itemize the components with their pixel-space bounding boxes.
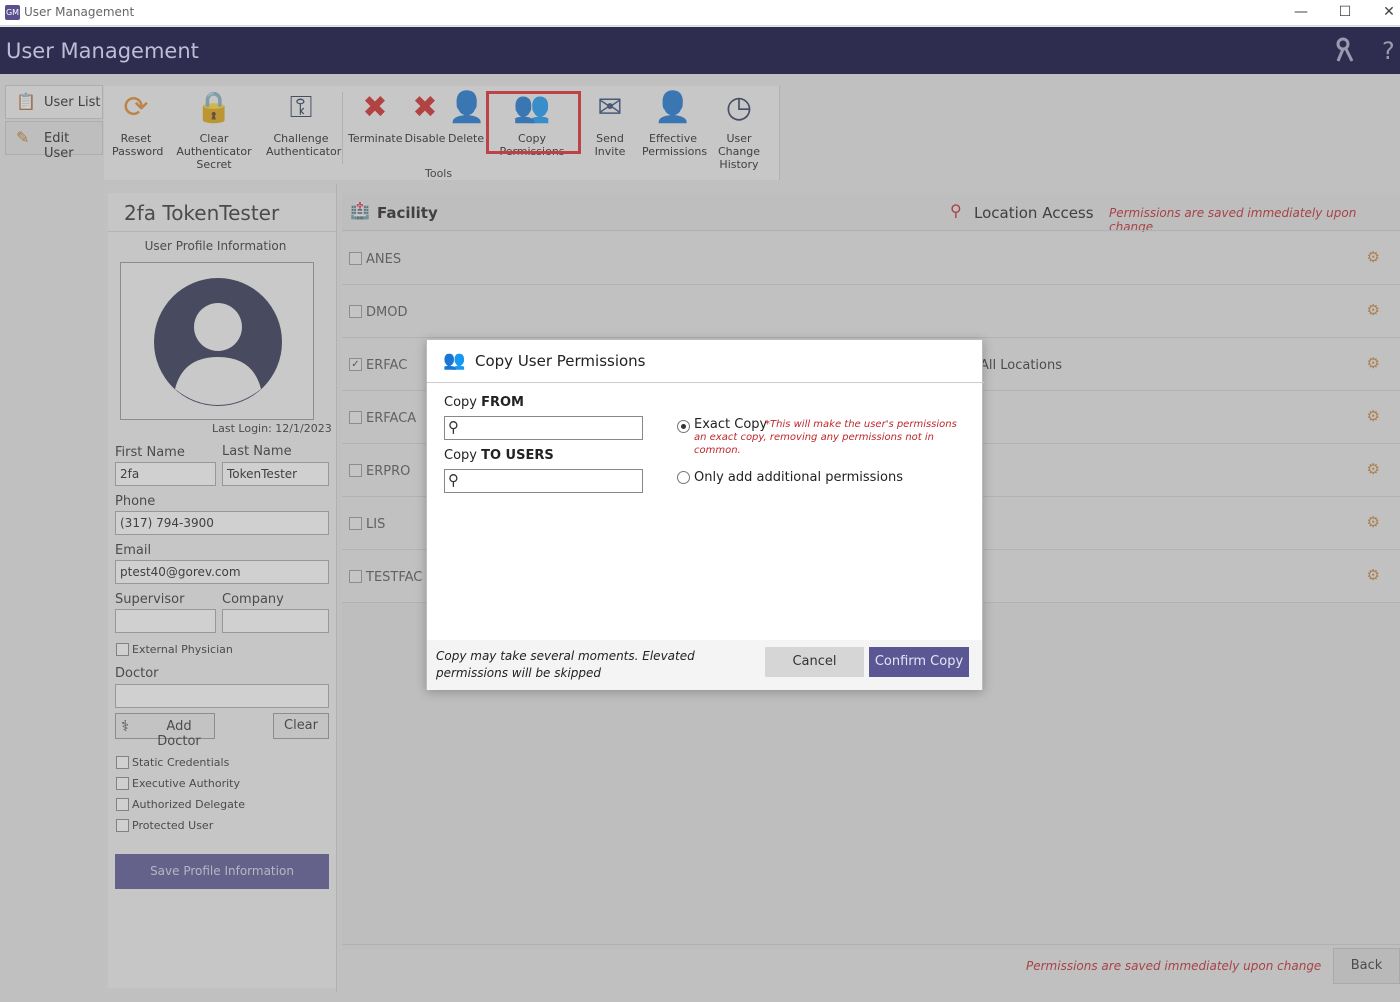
app-icon: GM xyxy=(5,5,20,20)
copy-to-search-input[interactable]: ⚲ xyxy=(444,469,643,493)
confirm-copy-button[interactable]: Confirm Copy xyxy=(869,647,969,677)
additional-permissions-radio[interactable] xyxy=(677,471,690,484)
search-icon: ⚲ xyxy=(448,471,459,489)
minimize-icon[interactable]: — xyxy=(1278,0,1324,26)
keys-icon[interactable] xyxy=(1334,37,1358,69)
copy-from-label: Copy FROM xyxy=(444,395,524,410)
app-header: User Management ? xyxy=(0,27,1400,74)
window-titlebar: GM User Management — ☐ ✕ xyxy=(0,0,1400,26)
help-icon[interactable]: ? xyxy=(1382,37,1395,65)
page-title: User Management xyxy=(6,39,199,63)
maximize-icon[interactable]: ☐ xyxy=(1322,0,1368,26)
exact-copy-radio[interactable] xyxy=(677,420,690,433)
copy-from-search-input[interactable]: ⚲ xyxy=(444,416,643,440)
search-icon: ⚲ xyxy=(448,418,459,436)
copy-permissions-dialog: 👥 Copy User Permissions Copy FROM ⚲ Copy… xyxy=(426,339,984,690)
window-title: User Management xyxy=(24,5,135,19)
footer-note: Copy may take several moments. Elevated … xyxy=(436,649,695,680)
dialog-title: Copy User Permissions xyxy=(475,352,646,370)
close-icon[interactable]: ✕ xyxy=(1366,0,1400,26)
cancel-button[interactable]: Cancel xyxy=(765,647,864,677)
additional-permissions-label: Only add additional permissions xyxy=(694,470,903,485)
users-icon: 👥 xyxy=(443,350,466,371)
copy-to-label: Copy TO USERS xyxy=(444,448,554,463)
divider xyxy=(427,382,984,383)
dialog-footer: Copy may take several moments. Elevated … xyxy=(427,640,982,690)
exact-copy-note: *This will make the user's permissions a… xyxy=(694,419,957,456)
